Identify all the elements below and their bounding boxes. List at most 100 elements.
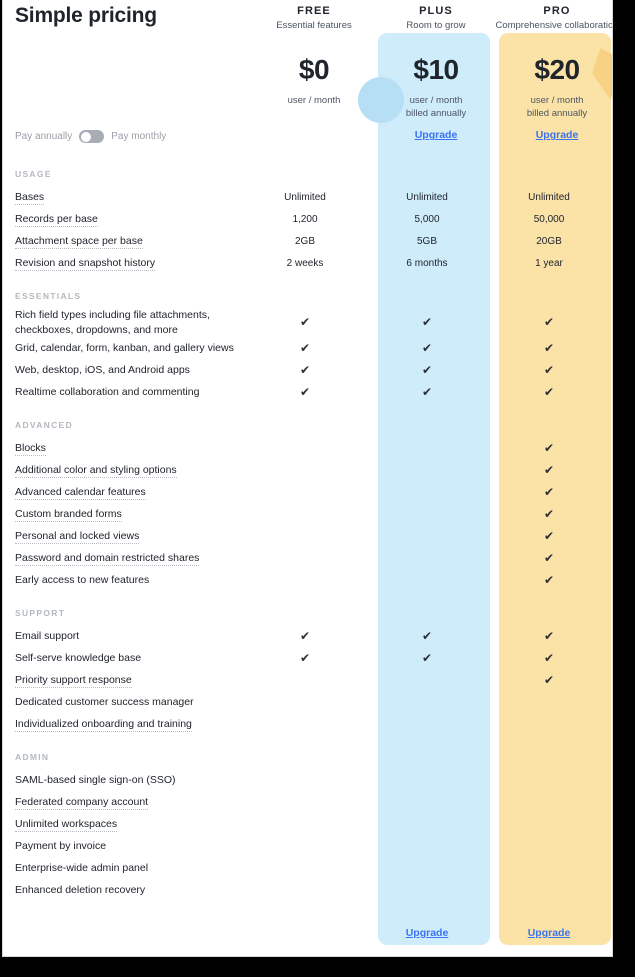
table-row: Enhanced deletion recovery bbox=[3, 879, 612, 901]
check-icon: ✔ bbox=[299, 650, 311, 665]
feature-label-text: Federated company account bbox=[15, 796, 149, 811]
upgrade-button-pro-top[interactable]: Upgrade bbox=[536, 129, 579, 141]
feature-cell-pro: ✔ bbox=[488, 530, 610, 543]
check-icon: ✔ bbox=[543, 484, 555, 499]
feature-label: Rich field types including file attachme… bbox=[15, 309, 210, 336]
feature-cell-free: Unlimited bbox=[284, 191, 326, 203]
plan-name-plus: PLUS bbox=[419, 5, 453, 17]
billing-annual-label: Pay annually bbox=[15, 131, 73, 142]
feature-cell-pro: ✔ bbox=[488, 508, 610, 521]
feature-cell-pro: ✔ bbox=[488, 364, 610, 377]
feature-label: Payment by invoice bbox=[15, 840, 107, 853]
feature-label-text: Attachment space per base bbox=[15, 234, 143, 249]
billing-monthly-label: Pay monthly bbox=[111, 131, 167, 142]
feature-cell-free: 1,200 bbox=[292, 213, 318, 225]
billing-period-toggle-group[interactable]: Pay annually Pay monthly bbox=[15, 130, 166, 143]
bottom-upgrade-slot-plus: Upgrade bbox=[366, 918, 488, 941]
feature-label: Federated company account bbox=[3, 795, 244, 811]
table-row: Early access to new features ✔ bbox=[3, 569, 612, 591]
feature-cell-pro: ✔ bbox=[488, 674, 610, 687]
check-icon: ✔ bbox=[543, 572, 555, 587]
feature-label-text: Records per base bbox=[15, 212, 98, 227]
table-row: Advanced calendar features ✔ bbox=[3, 481, 612, 503]
feature-label: Advanced calendar features bbox=[3, 485, 244, 501]
price-unit-free: user / month bbox=[287, 94, 341, 106]
bottom-upgrade-slot-pro: Upgrade bbox=[488, 918, 610, 941]
plan-tagline-pro: Comprehensive collaboration bbox=[495, 20, 613, 31]
feature-cell-pro: ✔ bbox=[488, 386, 610, 399]
feature-cell-free: 2GB bbox=[294, 235, 315, 247]
table-row: Dedicated customer success manager bbox=[3, 691, 612, 713]
feature-label: Enhanced deletion recovery bbox=[15, 884, 146, 897]
toggle-knob bbox=[80, 131, 91, 142]
feature-label: Email support bbox=[15, 630, 80, 643]
feature-label: Realtime collaboration and commenting bbox=[15, 386, 200, 399]
feature-label-text: Unlimited workspaces bbox=[15, 818, 118, 833]
feature-label: Blocks bbox=[3, 441, 244, 457]
check-icon: ✔ bbox=[543, 550, 555, 565]
feature-cell-pro: ✔ bbox=[488, 316, 610, 329]
table-row: Unlimited workspaces bbox=[3, 813, 612, 835]
upgrade-button-pro-bottom[interactable]: Upgrade bbox=[528, 927, 571, 939]
table-row: Web, desktop, iOS, and Android apps ✔ ✔ ✔ bbox=[3, 359, 612, 381]
table-row: Priority support response ✔ bbox=[3, 669, 612, 691]
check-icon: ✔ bbox=[543, 384, 555, 399]
upgrade-button-plus-bottom[interactable]: Upgrade bbox=[406, 927, 449, 939]
feature-label-text: Blocks bbox=[15, 442, 46, 457]
feature-label: Records per base bbox=[3, 212, 244, 227]
table-row: Bases Unlimited Unlimited Unlimited bbox=[3, 186, 612, 208]
billing-toggle-switch[interactable] bbox=[79, 130, 105, 143]
table-row: Payment by invoice bbox=[3, 835, 612, 857]
feature-cell-plus: ✔ bbox=[366, 630, 488, 643]
feature-comparison-table: USAGE Bases Unlimited Unlimited Unlimited Rec… bbox=[3, 160, 612, 901]
table-row: Custom branded forms ✔ bbox=[3, 503, 612, 525]
feature-cell-pro: ✔ bbox=[488, 342, 610, 355]
feature-cell-free: ✔ bbox=[244, 316, 366, 329]
plan-tagline-plus: Room to grow bbox=[406, 20, 466, 31]
feature-cell-pro: 20GB bbox=[536, 235, 562, 247]
feature-label: Early access to new features bbox=[15, 574, 150, 587]
feature-cell-free: ✔ bbox=[244, 630, 366, 643]
feature-label-text: Individualized onboarding and training bbox=[15, 718, 192, 733]
price-free: $0 bbox=[298, 54, 330, 85]
table-row: Password and domain restricted shares ✔ bbox=[3, 547, 612, 569]
feature-label-text: Revision and snapshot history bbox=[15, 256, 156, 271]
feature-label: Enterprise-wide admin panel bbox=[15, 862, 149, 875]
feature-label: Additional color and styling options bbox=[3, 463, 244, 479]
check-icon: ✔ bbox=[543, 362, 555, 377]
plan-header-pro: PRO Comprehensive collaboration bbox=[487, 5, 613, 31]
check-icon: ✔ bbox=[543, 340, 555, 355]
check-icon: ✔ bbox=[421, 362, 433, 377]
check-icon: ✔ bbox=[421, 384, 433, 399]
plan-header-free: FREE Essential features bbox=[244, 5, 384, 31]
check-icon: ✔ bbox=[543, 440, 555, 455]
feature-label-text: Priority support response bbox=[15, 674, 132, 689]
feature-cell-free: ✔ bbox=[244, 652, 366, 665]
feature-cell-free: ✔ bbox=[244, 364, 366, 377]
section-heading-support: SUPPORT bbox=[15, 608, 66, 619]
check-icon: ✔ bbox=[299, 362, 311, 377]
table-row: Attachment space per base 2GB 5GB 20GB bbox=[3, 230, 612, 252]
price-unit-text-pro: user / month bbox=[530, 94, 584, 106]
feature-cell-plus: ✔ bbox=[366, 316, 488, 329]
check-icon: ✔ bbox=[421, 340, 433, 355]
check-icon: ✔ bbox=[299, 340, 311, 355]
table-row: Records per base 1,200 5,000 50,000 bbox=[3, 208, 612, 230]
check-icon: ✔ bbox=[543, 650, 555, 665]
plan-name-free: FREE bbox=[297, 5, 331, 17]
feature-label: Attachment space per base bbox=[3, 234, 244, 249]
price-billed-text-pro: billed annually bbox=[526, 107, 588, 119]
feature-label-text: Bases bbox=[15, 190, 45, 205]
feature-label-text: Advanced calendar features bbox=[15, 486, 146, 501]
upgrade-button-plus-top[interactable]: Upgrade bbox=[415, 129, 458, 141]
feature-label: Bases bbox=[3, 190, 244, 205]
feature-label: Custom branded forms bbox=[3, 507, 244, 523]
feature-cell-free: 2 weeks bbox=[286, 257, 324, 269]
feature-cell-plus: Unlimited bbox=[406, 191, 448, 203]
section-heading-usage: USAGE bbox=[15, 169, 52, 179]
check-icon: ✔ bbox=[299, 315, 311, 330]
pricing-page-card: Simple pricing FREE Essential features P… bbox=[2, 0, 613, 957]
